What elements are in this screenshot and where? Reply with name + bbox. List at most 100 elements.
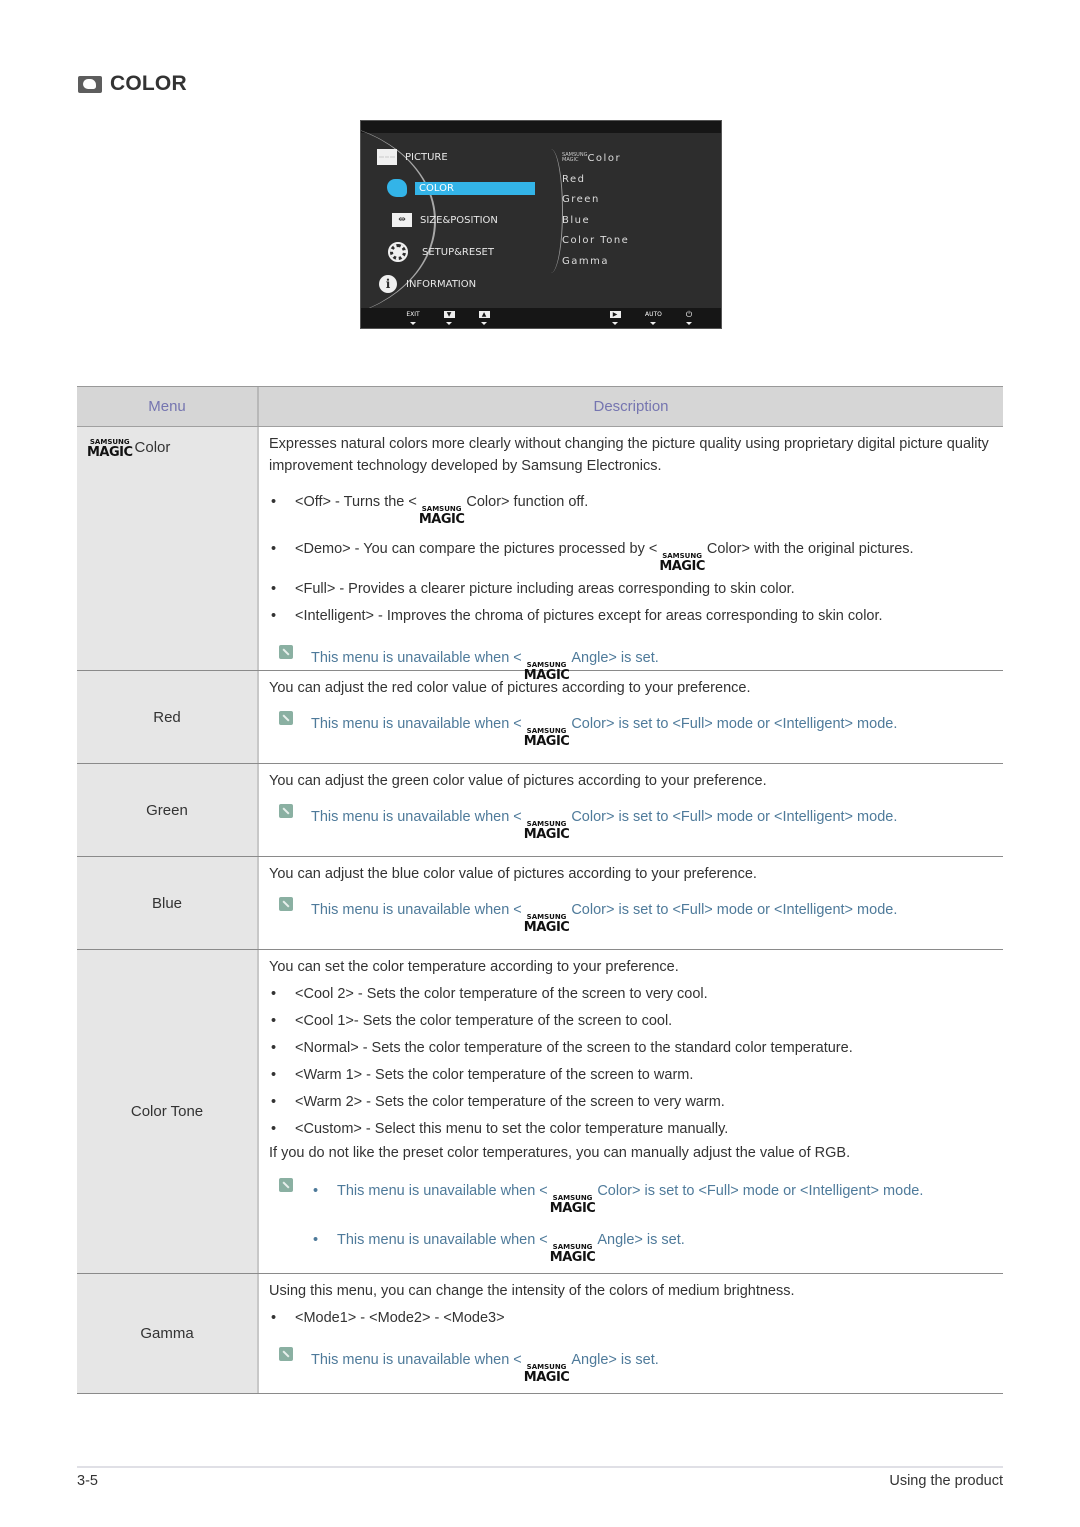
osd-submenu-item: Color Tone: [562, 235, 630, 247]
note-item: • This menu is unavailable when < SAMSUNG M…: [313, 1183, 924, 1216]
down-arrow-icon: ▼: [443, 311, 455, 318]
note-item: • This menu is unavailable when < SAMSUNG M…: [313, 1232, 685, 1265]
osd-menu-label: SIZE&POSITION: [420, 214, 498, 226]
osd-menu-label: SETUP&RESET: [422, 246, 494, 258]
osd-submenu: SAMSUNG MAGIC Color Red Green Blue Color T…: [562, 149, 629, 273]
up-arrow-icon: ▲: [478, 311, 490, 318]
description-text: You can adjust the green color value of …: [269, 773, 767, 789]
description-cell: You can adjust the green color value of …: [259, 764, 1003, 856]
osd-down-button: ▼: [441, 311, 457, 325]
picture-icon: [377, 149, 397, 165]
description-text: You can set the color temperature accord…: [269, 959, 679, 975]
osd-menu-size-position: ⇹ SIZE&POSITION: [392, 212, 498, 228]
samsung-magic-logo: SAMSUNG MAGIC: [549, 1194, 596, 1216]
osd-exit-button: EXIT: [405, 311, 421, 325]
osd-menu-setup-reset: SETUP&RESET: [388, 242, 494, 262]
osd-power-button: ⏻: [681, 311, 697, 325]
description-text: If you do not like the preset color temp…: [269, 1145, 851, 1161]
osd-menu-picture: PICTURE: [377, 149, 448, 165]
menu-cell: Gamma: [77, 1274, 259, 1393]
table-header-row: Menu Description: [77, 387, 1003, 427]
osd-submenu-item: SAMSUNG MAGIC Color: [562, 152, 622, 165]
table-row: Blue You can adjust the blue color value…: [77, 857, 1003, 950]
osd-menu-label: PICTURE: [405, 151, 448, 163]
menu-cell: Green: [77, 764, 259, 856]
description-cell: You can adjust the blue color value of p…: [259, 857, 1003, 949]
list-item: • <Off> - Turns the < SAMSUNG MAGIC Color> f…: [271, 494, 589, 527]
osd-submenu-item: Gamma: [562, 255, 609, 267]
page-title: COLOR: [78, 72, 187, 96]
note-pencil-icon: [279, 897, 293, 911]
note-pencil-icon: [279, 645, 293, 659]
table-row: Color Tone You can set the color tempera…: [77, 950, 1003, 1274]
description-cell: You can adjust the red color value of pi…: [259, 671, 1003, 763]
list-item: • <Normal> - Sets the color temperature o…: [271, 1040, 853, 1056]
osd-auto-button: AUTO: [645, 311, 662, 325]
list-item: • <Demo> - You can compare the pictures p…: [271, 541, 914, 574]
header-description: Description: [593, 397, 669, 415]
osd-submenu-item: Green: [562, 194, 600, 206]
list-item: • <Custom> - Select this menu to set the …: [271, 1121, 729, 1137]
header-menu: Menu: [77, 387, 259, 426]
right-arrow-icon: ▶: [609, 311, 621, 318]
osd-menu-label-selected: COLOR: [415, 181, 535, 195]
page-number: 3-5: [77, 1473, 98, 1489]
list-item: • <Mode1> - <Mode2> - <Mode3>: [271, 1310, 505, 1326]
osd-enter-button: ▶: [607, 311, 623, 325]
page-title-text: COLOR: [110, 72, 187, 95]
osd-up-button: ▲: [476, 311, 492, 325]
menu-cell: Blue: [77, 857, 259, 949]
osd-submenu-item: Blue: [562, 214, 591, 226]
note: • This menu is unavailable when < SAMSUNG M…: [269, 1178, 993, 1265]
note-pencil-icon: [279, 1178, 293, 1192]
section-name: Using the product: [889, 1473, 1003, 1489]
description-text: Using this menu, you can change the inte…: [269, 1283, 795, 1299]
footer-divider: [77, 1466, 1003, 1468]
description-text: You can adjust the blue color value of p…: [269, 866, 757, 882]
samsung-magic-logo: SAMSUNG MAGIC: [659, 552, 705, 574]
table-row: Green You can adjust the green color val…: [77, 764, 1003, 857]
power-icon: ⏻: [685, 310, 693, 319]
size-position-icon: ⇹: [392, 212, 412, 228]
samsung-magic-logo: SAMSUNG MAGIC: [562, 152, 588, 163]
description-cell: You can set the color temperature accord…: [259, 950, 1003, 1273]
note-pencil-icon: [279, 711, 293, 725]
samsung-magic-logo: SAMSUNG MAGIC: [523, 727, 570, 749]
samsung-magic-logo: SAMSUNG MAGIC: [549, 1243, 596, 1265]
osd-bracket-decoration: [539, 149, 563, 273]
osd-top-bar: [361, 121, 721, 133]
list-item: • <Full> - Provides a clearer picture inc…: [271, 581, 795, 597]
osd-menu-information: i INFORMATION: [378, 275, 476, 293]
samsung-magic-logo: SAMSUNG MAGIC: [87, 438, 133, 460]
list-item: • <Cool 2> - Sets the color temperature o…: [271, 986, 708, 1002]
osd-menu-color: COLOR: [387, 179, 535, 197]
menu-description-table: Menu Description SAMSUNG MAGIC Color Expr…: [77, 386, 1003, 1394]
list-item: • <Warm 2> - Sets the color temperature o…: [271, 1094, 725, 1110]
menu-cell: SAMSUNG MAGIC Color: [77, 427, 259, 670]
gear-icon: [388, 242, 408, 262]
samsung-magic-logo: SAMSUNG MAGIC: [523, 913, 570, 935]
note: This menu is unavailable when < SAMSUNG MA…: [269, 897, 993, 935]
description-cell: Using this menu, you can change the inte…: [259, 1274, 1003, 1393]
list-item: • <Cool 1>- Sets the color temperature of…: [271, 1013, 673, 1029]
description-text: You can adjust the red color value of pi…: [269, 680, 751, 696]
table-row: Gamma Using this menu, you can change th…: [77, 1274, 1003, 1394]
menu-cell: Red: [77, 671, 259, 763]
table-row: SAMSUNG MAGIC Color Expresses natural col…: [77, 427, 1003, 682]
samsung-magic-logo: SAMSUNG MAGIC: [523, 820, 570, 842]
osd-submenu-item: Red: [562, 173, 586, 185]
samsung-magic-logo: SAMSUNG MAGIC: [418, 505, 465, 527]
menu-label: Color: [134, 439, 171, 456]
description-cell: Expresses natural colors more clearly wi…: [259, 427, 1003, 682]
note: This menu is unavailable when < SAMSUNG MA…: [269, 1347, 993, 1385]
palette-icon: [387, 179, 407, 197]
note-pencil-icon: [279, 804, 293, 818]
info-icon: i: [378, 275, 398, 293]
menu-cell: Color Tone: [77, 950, 259, 1273]
list-item: • <Intelligent> - Improves the chroma of …: [271, 608, 883, 624]
description-text: Expresses natural colors more clearly wi…: [269, 436, 989, 474]
palette-icon: [78, 75, 102, 93]
samsung-magic-logo: SAMSUNG MAGIC: [523, 1363, 570, 1385]
note: This menu is unavailable when < SAMSUNG MA…: [269, 711, 993, 749]
table-row: Red You can adjust the red color value o…: [77, 671, 1003, 764]
